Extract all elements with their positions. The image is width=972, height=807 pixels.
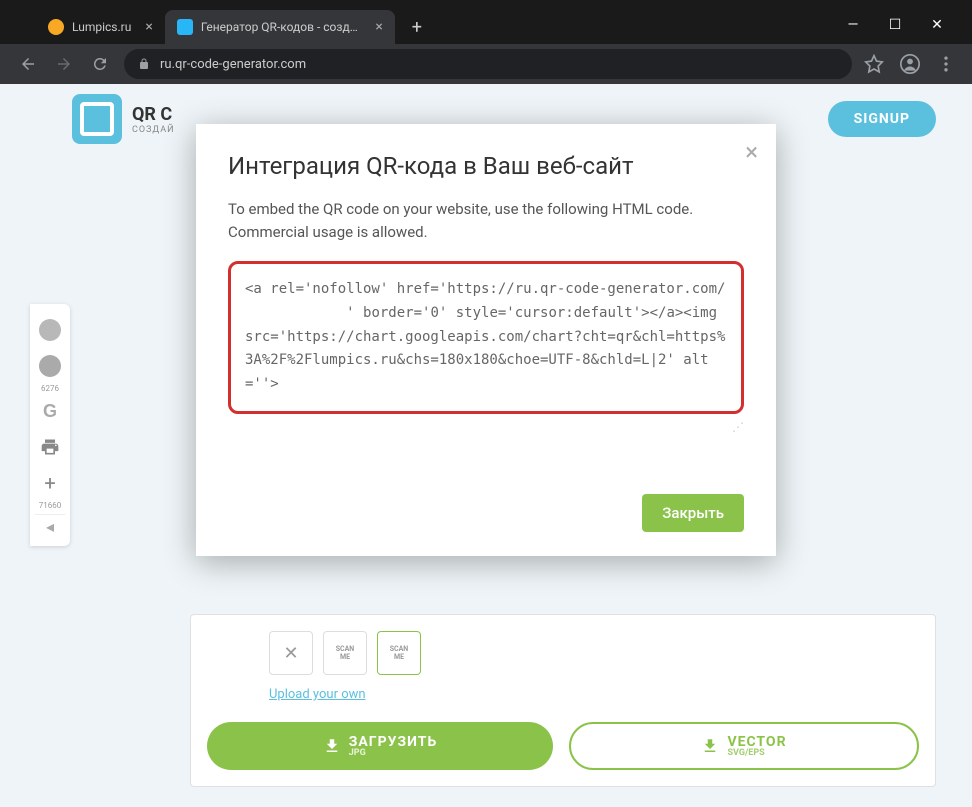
tab-lumpics[interactable]: Lumpics.ru ×: [36, 10, 165, 44]
bookmark-icon[interactable]: [864, 54, 884, 74]
favicon-icon: [177, 19, 193, 35]
tab-bar: Lumpics.ru × Генератор QR-кодов - создав…: [0, 0, 972, 44]
reload-button[interactable]: [88, 52, 112, 76]
page-content: QR С СОЗДАЙ SIGNUP 6276 G + 71660 ◂ ✕ SC…: [0, 84, 972, 807]
address-bar: ru.qr-code-generator.com: [0, 44, 972, 84]
minimize-button[interactable]: —: [846, 18, 860, 32]
url-text: ru.qr-code-generator.com: [160, 57, 306, 72]
modal-overlay: × Интеграция QR-кода в Ваш веб-сайт To e…: [0, 84, 972, 807]
menu-icon[interactable]: [936, 54, 956, 74]
tab-title: Генератор QR-кодов - создавай: [201, 20, 362, 34]
close-window-button[interactable]: ✕: [930, 18, 944, 32]
lock-icon: [138, 58, 150, 70]
profile-icon[interactable]: [900, 54, 920, 74]
modal-title: Интеграция QR-кода в Ваш веб-сайт: [228, 152, 744, 180]
maximize-button[interactable]: ☐: [888, 18, 902, 32]
modal-description: To embed the QR code on your website, us…: [228, 198, 744, 243]
address-input[interactable]: ru.qr-code-generator.com: [124, 49, 852, 79]
forward-button[interactable]: [52, 52, 76, 76]
embed-code-textarea[interactable]: <a rel='nofollow' href='https://ru.qr-co…: [228, 261, 744, 414]
close-button[interactable]: Закрыть: [642, 494, 744, 532]
tab-qr-generator[interactable]: Генератор QR-кодов - создавай ×: [165, 10, 395, 44]
tab-close-icon[interactable]: ×: [375, 19, 382, 35]
window-controls: — ☐ ✕: [846, 18, 944, 32]
new-tab-button[interactable]: +: [403, 13, 431, 41]
embed-modal: × Интеграция QR-кода в Ваш веб-сайт To e…: [196, 124, 776, 556]
back-button[interactable]: [16, 52, 40, 76]
tab-title: Lumpics.ru: [72, 20, 131, 34]
favicon-icon: [48, 19, 64, 35]
resize-handle[interactable]: ⋰: [228, 420, 744, 434]
tab-close-icon[interactable]: ×: [145, 19, 152, 35]
modal-close-button[interactable]: ×: [745, 138, 758, 166]
